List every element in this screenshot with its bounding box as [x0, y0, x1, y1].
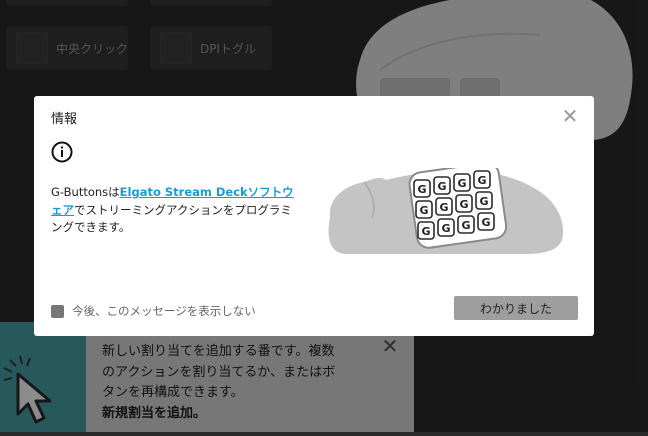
g-key: G [477, 212, 495, 231]
svg-text:G: G [437, 180, 446, 193]
dont-show-again-checkbox[interactable] [51, 304, 64, 318]
svg-text:G: G [419, 204, 428, 217]
svg-text:G: G [439, 201, 448, 214]
g-key: G [435, 197, 453, 216]
g-key: G [437, 218, 455, 237]
dont-show-again-label: 今後、このメッセージを表示しない [72, 304, 256, 318]
ok-button[interactable]: わかりました [454, 296, 578, 320]
info-icon [51, 141, 73, 163]
g-key: G [455, 194, 473, 213]
info-dialog: 情報 ✕ G-ButtonsはElgato Stream Deckソフトウェアで… [34, 96, 594, 336]
svg-text:G: G [479, 195, 488, 208]
g-key: G [417, 221, 435, 240]
svg-text:G: G [481, 216, 490, 229]
dialog-message: G-ButtonsはElgato Stream Deckソフトウェアでストリーミ… [51, 184, 299, 237]
svg-text:G: G [421, 225, 430, 238]
dont-show-again-option[interactable]: 今後、このメッセージを表示しない [51, 303, 256, 319]
svg-text:G: G [457, 177, 466, 190]
dialog-title: 情報 [51, 112, 78, 127]
g-buttons-mouse-illustration: G G G GG G G GG G G G [328, 168, 564, 254]
svg-text:G: G [459, 198, 468, 211]
svg-text:G: G [461, 219, 470, 232]
message-prefix: G-Buttonsは [51, 185, 120, 199]
g-key: G [453, 173, 471, 192]
svg-text:G: G [417, 183, 426, 196]
g-key: G [415, 200, 433, 219]
g-key: G [457, 215, 475, 234]
g-key: G [433, 176, 451, 195]
g-key: G [475, 191, 493, 210]
svg-text:G: G [477, 174, 486, 187]
g-key: G [473, 170, 491, 189]
g-key: G [413, 179, 431, 198]
close-icon[interactable]: ✕ [560, 106, 580, 126]
message-suffix: でストリーミングアクションをプログラミングできます。 [51, 202, 292, 235]
svg-text:G: G [441, 222, 450, 235]
